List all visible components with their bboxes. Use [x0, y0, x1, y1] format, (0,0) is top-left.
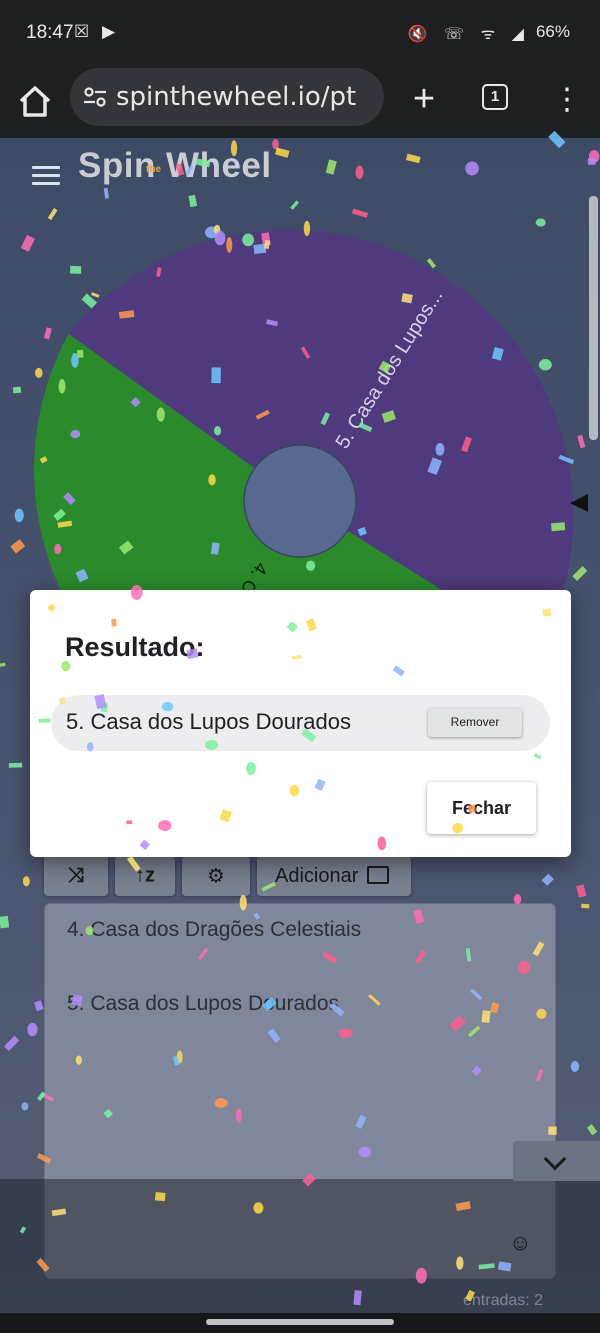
list-item: 4. Casa dos Dragões Celestiais — [67, 918, 362, 941]
home-icon[interactable] — [16, 82, 54, 120]
gear-icon: ⚙ — [207, 865, 225, 888]
result-dialog: Resultado: 5. Casa dos Lupos Dourados Re… — [30, 590, 571, 857]
tab-switcher-button[interactable]: 1 — [482, 84, 508, 110]
wheel-pointer — [570, 494, 588, 512]
result-row: 5. Casa dos Lupos Dourados Remover — [51, 695, 550, 751]
remove-button[interactable]: Remover — [428, 708, 522, 737]
browser-toolbar: spinthewheel.io/pt + 1 ⋮ — [0, 66, 600, 138]
settings-button[interactable]: ⚙ — [182, 856, 250, 896]
close-button[interactable]: Fechar — [427, 782, 536, 834]
result-text: 5. Casa dos Lupos Dourados — [66, 709, 351, 734]
gesture-nav-bar — [0, 1313, 600, 1333]
chevron-down-icon — [543, 1147, 567, 1171]
browser-menu-icon[interactable]: ⋮ — [552, 82, 582, 118]
system-status-icons: 🔇 ☏ ᯤ ◢ — [407, 26, 530, 43]
sort-icon: ↑z — [135, 864, 155, 887]
collapse-panel-button[interactable] — [513, 1141, 600, 1181]
add-image-label: Adicionar — [275, 865, 359, 887]
status-time: 18:47 — [26, 22, 74, 43]
status-bar: 18:47 ☒ ▶ 🔇 ☏ ᯤ ◢ 66% — [0, 0, 600, 66]
battery-level: 66% — [535, 22, 570, 41]
wheel-hub — [243, 444, 357, 558]
shuffle-button[interactable]: ⤨ — [44, 856, 108, 896]
add-image-button[interactable]: Adicionar — [257, 856, 411, 896]
home-gesture-handle[interactable] — [206, 1319, 394, 1325]
sort-button[interactable]: ↑z — [115, 856, 175, 896]
address-bar[interactable]: spinthewheel.io/pt — [70, 68, 384, 126]
url-text[interactable]: spinthewheel.io/pt — [116, 82, 368, 112]
notification-icons: ☒ ▶ — [74, 22, 120, 41]
shuffle-icon: ⤨ — [68, 864, 84, 887]
image-icon — [367, 866, 389, 884]
site-settings-icon[interactable] — [82, 84, 108, 110]
list-item: 5. Casa dos Lupos Dourados — [67, 992, 340, 1015]
dialog-title: Resultado: — [65, 632, 205, 662]
page-scrollbar[interactable] — [589, 196, 598, 440]
bottom-shade — [0, 1179, 600, 1313]
new-tab-icon[interactable]: + — [406, 80, 442, 118]
